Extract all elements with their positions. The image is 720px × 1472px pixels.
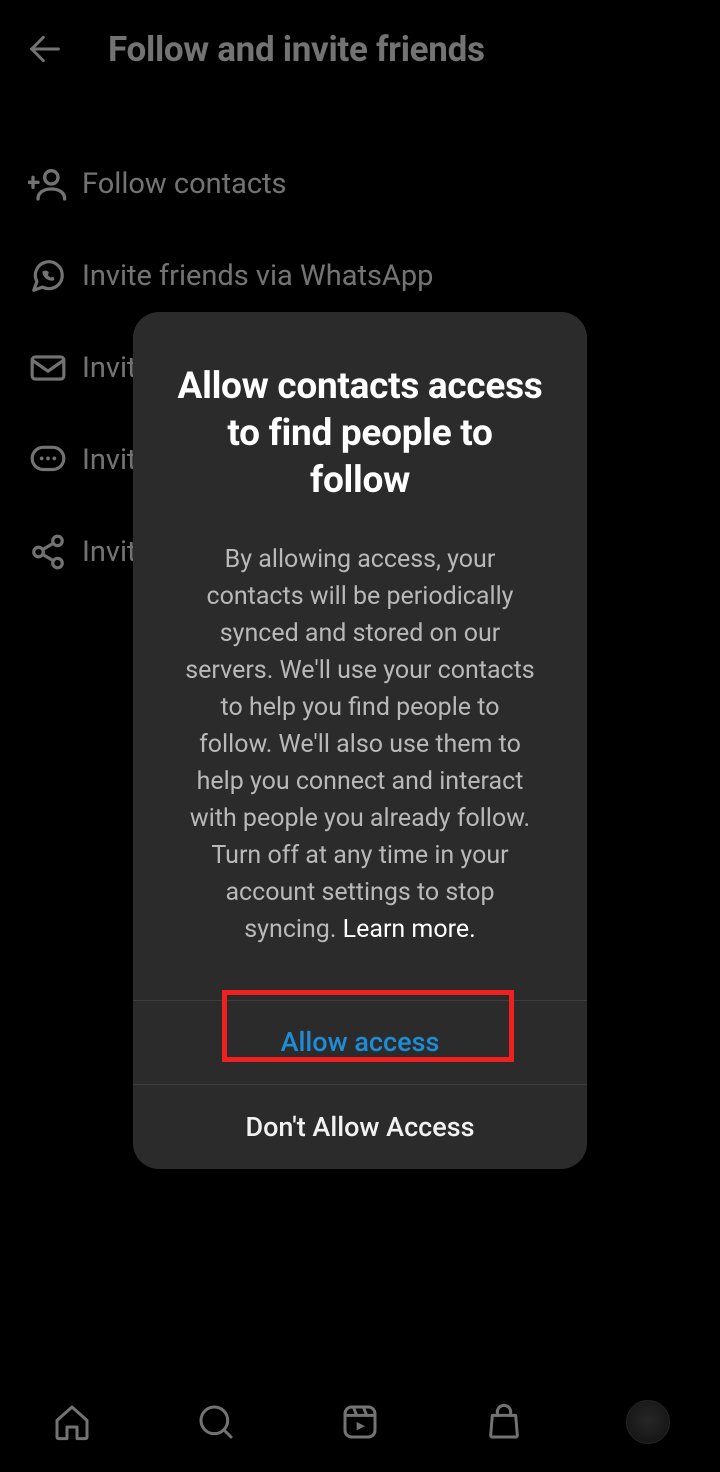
allow-access-button[interactable]: Allow access	[133, 1001, 587, 1085]
modal-buttons: Allow access Don't Allow Access	[133, 1000, 587, 1169]
modal-title: Allow contacts access to find people to …	[173, 364, 547, 505]
modal-body-text: By allowing access, your contacts will b…	[185, 545, 534, 944]
modal-body: Allow contacts access to find people to …	[133, 312, 587, 1000]
modal-description: By allowing access, your contacts will b…	[173, 541, 547, 948]
learn-more-link[interactable]: Learn more.	[343, 915, 476, 944]
dont-allow-access-button[interactable]: Don't Allow Access	[133, 1085, 587, 1169]
contacts-access-modal: Allow contacts access to find people to …	[133, 312, 587, 1169]
